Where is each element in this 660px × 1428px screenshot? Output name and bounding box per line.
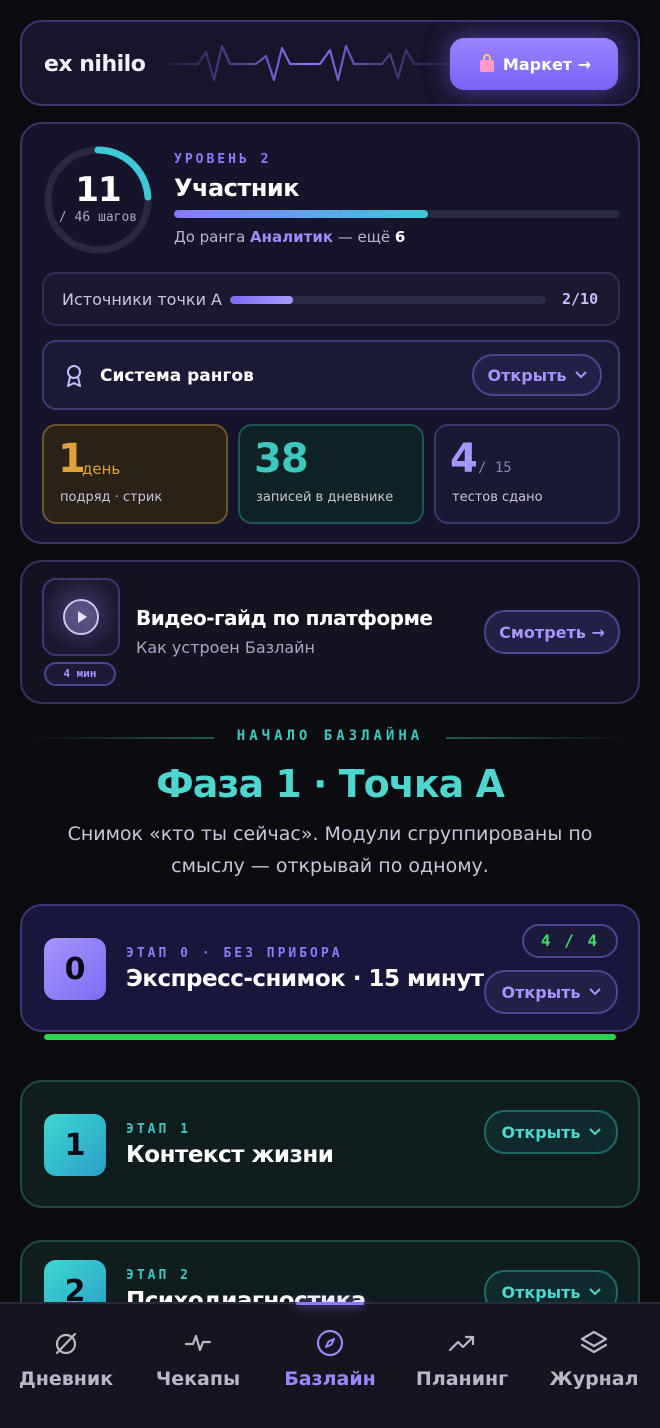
nav-item-baseline[interactable]: Базлайн	[264, 1304, 396, 1428]
stage-progress-badge: 4 / 4	[522, 924, 618, 958]
rank-name: Участник	[174, 174, 300, 202]
nav-item-journal[interactable]: Журнал	[528, 1304, 660, 1428]
video-guide-card[interactable]: 4 мин Видео-гайд по платформе Как устрое…	[20, 560, 640, 704]
video-duration-badge: 4 мин	[44, 662, 116, 686]
sources-progress-fill	[230, 296, 294, 304]
stat-streak: 1 день подряд · стрик	[42, 424, 228, 524]
stat-tests-value: 4	[450, 436, 478, 482]
award-ribbon-icon	[67, 365, 81, 387]
stage-2-open-label: Открыть	[501, 1282, 581, 1302]
stat-tests-unit: / 15	[478, 460, 512, 476]
stage-0-open-button[interactable]: Открыть	[484, 970, 618, 1014]
phase-title: Фаза 1 · Точка А	[156, 762, 505, 806]
sources-label: Источники точки А	[62, 290, 222, 309]
stage-card-0[interactable]: 0 ЭТАП 0 · БЕЗ ПРИБОРА Экспресс-снимок ·…	[20, 904, 640, 1032]
chevron-down-icon	[588, 988, 601, 996]
diary-icon	[55, 1332, 77, 1355]
heartbeat-line-icon	[170, 44, 446, 82]
stage-kicker: ЭТАП 0 · БЕЗ ПРИБОРА	[126, 946, 343, 961]
stage-number-badge: 0	[44, 938, 106, 1000]
stat-tests: 4 / 15 тестов сдано	[434, 424, 620, 524]
active-nav-indicator	[296, 1302, 364, 1305]
phase-kicker: НАЧАЛО БАЗЛАЙНА	[236, 728, 424, 744]
market-label: Маркет →	[502, 54, 592, 74]
steps-total: / 46 шагов	[58, 210, 138, 225]
nav-label: Дневник	[18, 1368, 114, 1390]
nav-label: Чекапы	[155, 1368, 241, 1390]
stat-streak-unit: день	[82, 460, 121, 478]
stat-entries-value: 38	[254, 436, 309, 482]
nav-label: Планинг	[415, 1368, 509, 1390]
chevron-down-icon	[574, 371, 587, 379]
next-rank-name[interactable]: Аналитик	[250, 228, 333, 246]
stage-0-open-label: Открыть	[501, 982, 581, 1002]
next-rank-middle: — ещё	[333, 228, 395, 246]
video-subtitle: Как устроен Базлайн	[136, 638, 316, 657]
compass-icon	[316, 1329, 344, 1357]
sources-row[interactable]: Источники точки А 2/10	[42, 272, 620, 326]
stage-number-badge: 1	[44, 1114, 106, 1176]
nav-label: Журнал	[549, 1368, 639, 1390]
stat-entries: 38 записей в дневнике	[238, 424, 424, 524]
chevron-down-icon	[588, 1288, 601, 1296]
watch-button[interactable]: Смотреть →	[484, 610, 620, 654]
stage-0-complete-bar	[44, 1034, 616, 1040]
stage-kicker: ЭТАП 2	[126, 1268, 191, 1283]
sources-count: 2/10	[562, 290, 599, 308]
stage-1-open-label: Открыть	[501, 1122, 581, 1142]
shopping-bag-icon	[479, 54, 494, 72]
next-rank-text: До ранга Аналитик — ещё 6	[174, 228, 405, 246]
chevron-down-icon	[588, 1128, 601, 1136]
stage-kicker: ЭТАП 1	[126, 1122, 191, 1137]
nav-label: Базлайн	[284, 1368, 376, 1390]
play-icon[interactable]	[63, 599, 99, 635]
stat-streak-desc: подряд · стрик	[60, 490, 163, 505]
brand-logo: ex nihilo	[44, 52, 146, 77]
stage-card-1[interactable]: 1 ЭТАП 1 Контекст жизни Открыть	[20, 1080, 640, 1208]
ranks-system-label: Система рангов	[100, 366, 254, 386]
level-label: УРОВЕНЬ 2	[174, 152, 272, 167]
rank-progress-fill	[174, 210, 429, 218]
stage-title: Контекст жизни	[126, 1142, 334, 1168]
video-title: Видео-гайд по платформе	[136, 606, 433, 630]
video-thumbnail[interactable]	[42, 578, 120, 656]
sources-progress-bar	[230, 296, 546, 304]
market-button[interactable]: Маркет →	[450, 38, 618, 90]
nav-item-planning[interactable]: Планинг	[396, 1304, 528, 1428]
stat-streak-value: 1	[58, 436, 86, 482]
app-header: ex nihilo Маркет →	[20, 20, 640, 106]
next-rank-count: 6	[394, 228, 406, 246]
stat-entries-desc: записей в дневнике	[256, 490, 394, 505]
ranks-open-label: Открыть	[487, 365, 567, 385]
stage-title: Экспресс-снимок · 15 минут	[126, 966, 484, 992]
stat-tests-desc: тестов сдано	[452, 490, 543, 505]
level-card: 11 / 46 шагов УРОВЕНЬ 2 Участник До ранг…	[20, 122, 640, 544]
phase-description: Снимок «кто ты сейчас». Модули сгруппиро…	[67, 823, 593, 877]
nav-item-diary[interactable]: Дневник	[0, 1304, 132, 1428]
ranks-system-row: Система рангов Открыть	[42, 340, 620, 410]
rank-progress-bar	[174, 210, 620, 218]
next-rank-prefix: До ранга	[174, 228, 251, 246]
nav-item-checkups[interactable]: Чекапы	[132, 1304, 264, 1428]
steps-done: 11	[75, 170, 121, 210]
stage-1-open-button[interactable]: Открыть	[484, 1110, 618, 1154]
bottom-navigation: Дневник Чекапы Базлайн Планинг Журнал	[0, 1302, 660, 1428]
ranks-open-button[interactable]: Открыть	[472, 354, 602, 396]
layers-icon	[580, 1330, 608, 1354]
trend-icon	[448, 1335, 475, 1352]
pulse-icon	[184, 1334, 212, 1352]
